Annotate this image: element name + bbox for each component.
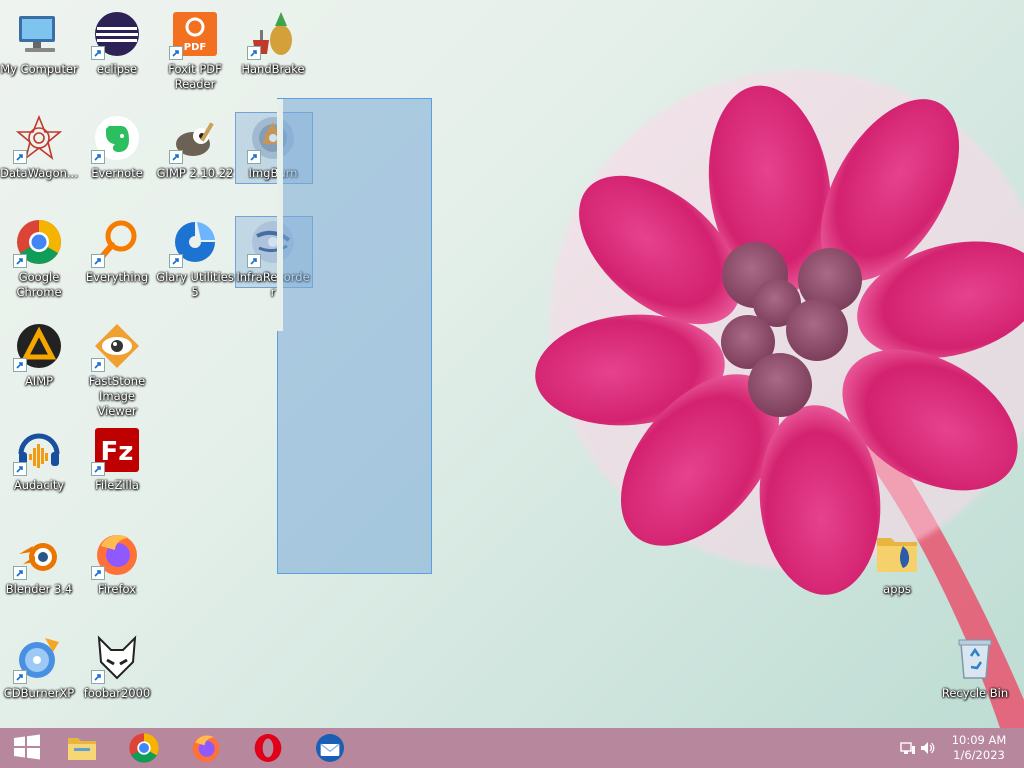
taskbar-chrome[interactable] [116, 728, 172, 768]
thunderbird-icon [316, 734, 344, 762]
selection-rectangle-edge [277, 99, 283, 331]
desktop-icon-foxit-pdf[interactable]: PDF Foxit PDF Reader [156, 4, 234, 100]
start-button[interactable] [0, 728, 56, 768]
file-explorer-icon [68, 738, 96, 760]
taskbar-thunderbird[interactable] [302, 728, 358, 768]
desktop-icon-glary-utilities[interactable]: Glary Utilities 5 [156, 212, 234, 308]
clock-time: 10:09 AM [951, 733, 1007, 747]
desktop-icon-apps-folder[interactable]: apps [858, 524, 936, 620]
desktop-icon-gimp[interactable]: GIMP 2.10.22 [156, 108, 234, 204]
start-icon [14, 734, 40, 760]
svg-text:PDF: PDF [184, 42, 206, 53]
network-icon[interactable] [900, 740, 916, 756]
taskbar-file-explorer[interactable] [54, 728, 110, 768]
taskbar[interactable]: 10:09 AM 1/6/2023 [0, 728, 1024, 768]
desktop-icon-handbrake[interactable]: HandBrake [234, 4, 312, 100]
desktop-icon-datawagon[interactable]: DataWagon... [0, 108, 78, 204]
desktop-icon-google-chrome[interactable]: Google Chrome [0, 212, 78, 308]
desktop-icon-filezilla[interactable]: Fz FileZilla [78, 420, 156, 516]
svg-text:Fz: Fz [101, 437, 134, 467]
desktop-icon-eclipse[interactable]: eclipse [78, 4, 156, 100]
taskbar-firefox[interactable] [178, 728, 234, 768]
desktop-icon-cdburnerxp[interactable]: CDBurnerXP [0, 628, 78, 724]
taskbar-opera[interactable] [240, 728, 296, 768]
desktop-icon-firefox[interactable]: Firefox [78, 524, 156, 620]
firefox-icon [192, 735, 220, 762]
chrome-icon [129, 733, 159, 763]
folder-icon [877, 538, 917, 572]
computer-icon [19, 16, 55, 52]
desktop-icon-evernote[interactable]: Evernote [78, 108, 156, 204]
desktop-icon-everything[interactable]: Everything [78, 212, 156, 308]
desktop-icon-recycle-bin[interactable]: Recycle Bin [936, 628, 1014, 724]
taskbar-clock[interactable]: 10:09 AM 1/6/2023 [944, 733, 1014, 763]
opera-icon [254, 734, 282, 762]
desktop-icon-aimp[interactable]: AIMP [0, 316, 78, 412]
desktop-icon-blender[interactable]: Blender 3.4 [0, 524, 78, 620]
clock-date: 1/6/2023 [953, 748, 1005, 762]
volume-icon[interactable] [920, 740, 936, 756]
drag-selection-rectangle [277, 98, 432, 574]
desktop-icon-faststone[interactable]: FastStone Image Viewer [78, 316, 156, 418]
desktop-icon-audacity[interactable]: Audacity [0, 420, 78, 516]
desktop-icon-my-computer[interactable]: My Computer [0, 4, 78, 100]
recycle-bin-icon [958, 639, 992, 679]
desktop-icon-foobar2000[interactable]: foobar2000 [78, 628, 156, 724]
